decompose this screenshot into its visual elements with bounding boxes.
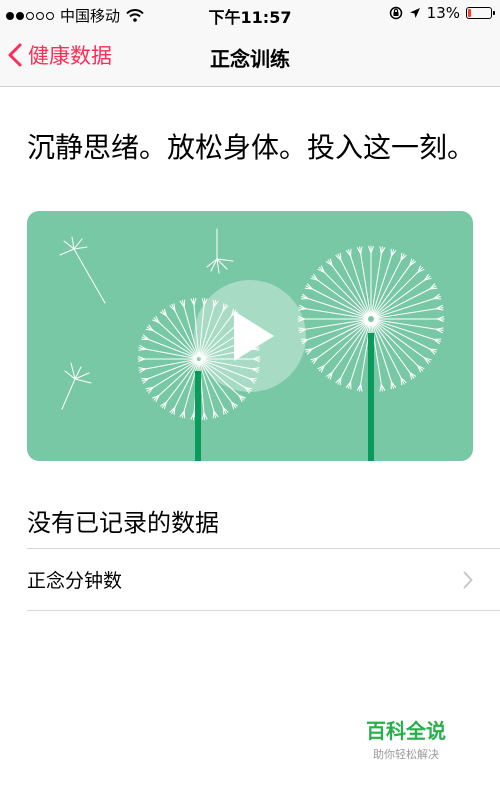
mindfulness-headline: 沉静思绪。放松身体。投入这一刻。: [27, 131, 476, 164]
battery-percent: 13%: [426, 4, 460, 22]
status-bar: 中国移动 下午11:57 13%: [0, 0, 500, 28]
navigation-bar: 健康数据 正念训练: [0, 28, 500, 87]
watermark-subtitle: 助你轻松解决: [373, 748, 439, 761]
divider: [27, 610, 500, 611]
battery-icon: [466, 7, 495, 19]
mindfulness-video[interactable]: [27, 211, 473, 461]
location-arrow-icon: [409, 8, 420, 18]
status-right: 13%: [389, 4, 495, 22]
dandelion-illustration: [59, 228, 445, 461]
watermark-logo: 百科全说 助你轻松解决: [366, 715, 446, 762]
page-title: 正念训练: [210, 47, 290, 71]
section-header-no-data: 没有已记录的数据: [27, 509, 219, 537]
mindful-minutes-label: 正念分钟数: [27, 570, 123, 592]
watermark-title: 百科全说: [366, 719, 446, 743]
orientation-lock-icon: [389, 6, 402, 20]
battery-level-fill: [468, 9, 471, 17]
mindful-minutes-row[interactable]: 正念分钟数: [0, 549, 500, 610]
chevron-right-icon: [463, 571, 473, 589]
